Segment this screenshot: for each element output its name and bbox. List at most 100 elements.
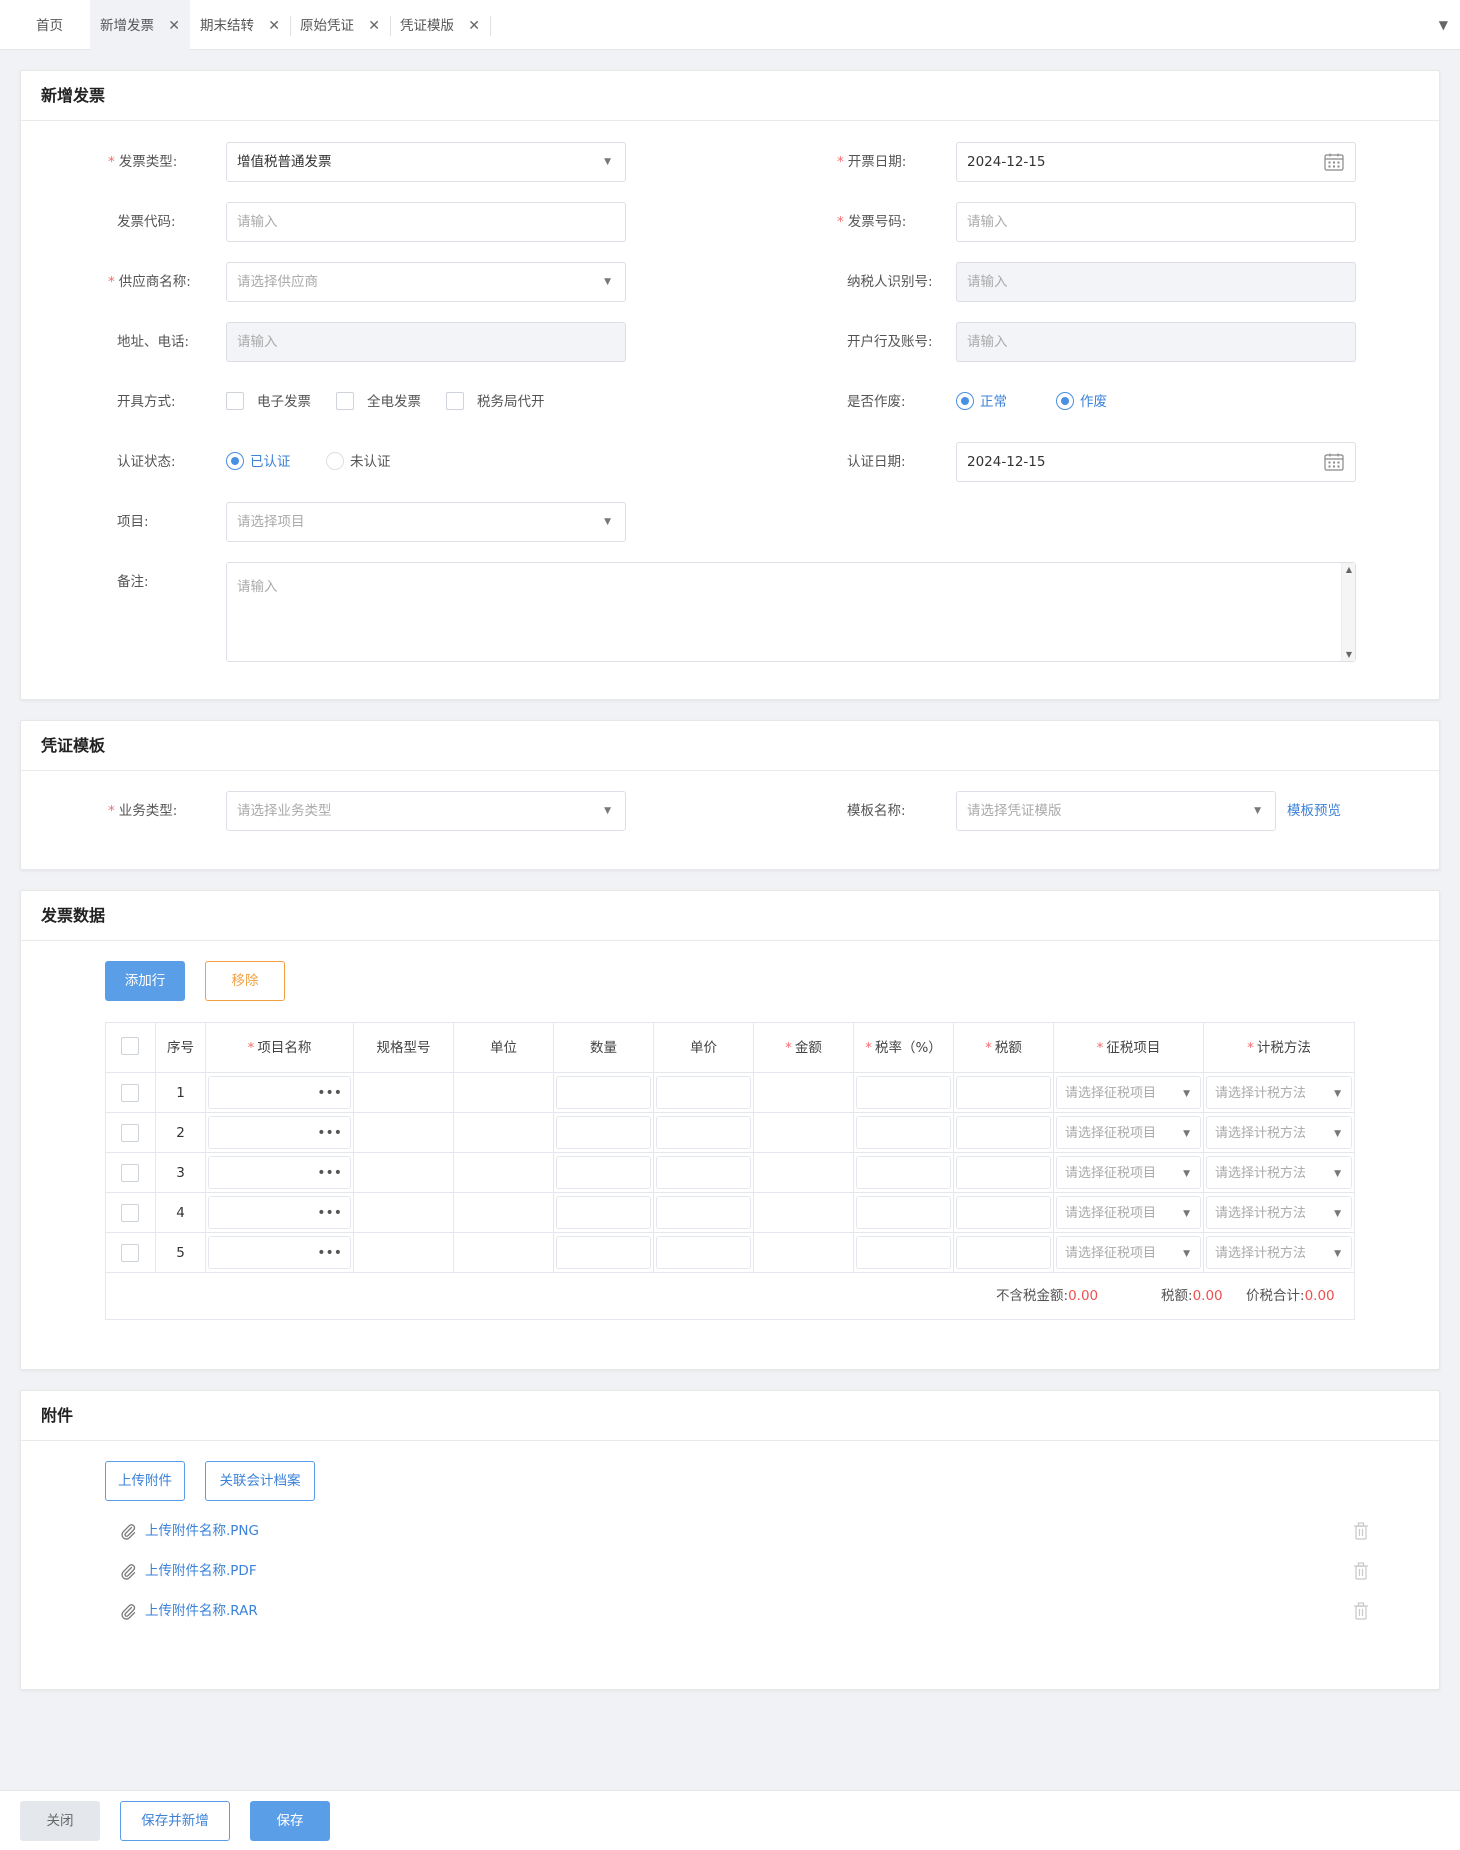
cell-input[interactable] bbox=[556, 1156, 651, 1189]
invoice-code-input[interactable]: 请输入 bbox=[226, 202, 626, 242]
invoice-type-select[interactable]: 增值税普通发票 ▼ bbox=[226, 142, 626, 182]
cell-input[interactable] bbox=[556, 1196, 651, 1229]
select-placeholder: 请选择征税项目 bbox=[1065, 1166, 1157, 1181]
cell-input[interactable] bbox=[856, 1116, 951, 1149]
issue-date-picker[interactable]: 2024-12-15 bbox=[956, 142, 1356, 182]
scrollbar[interactable]: ▲ ▼ bbox=[1341, 563, 1355, 661]
item-name-input[interactable]: ••• bbox=[208, 1196, 351, 1229]
tab-period-closing[interactable]: 期末结转 ✕ bbox=[190, 0, 290, 50]
checkbox-tax-bureau[interactable] bbox=[446, 392, 464, 410]
cell-input[interactable] bbox=[556, 1236, 651, 1269]
cell-input[interactable] bbox=[856, 1236, 951, 1269]
checkbox-e-invoice[interactable] bbox=[226, 392, 244, 410]
radio-voided[interactable] bbox=[1056, 392, 1074, 410]
tax-method-select[interactable]: 请选择计税方法 ▼ bbox=[1206, 1196, 1352, 1229]
tax-item-select[interactable]: 请选择征税项目 ▼ bbox=[1056, 1236, 1201, 1269]
row-checkbox[interactable] bbox=[121, 1164, 139, 1182]
business-type-select[interactable]: 请选择业务类型 ▼ bbox=[226, 791, 626, 831]
template-preview-link[interactable]: 模板预览 bbox=[1287, 791, 1341, 831]
tab-new-invoice[interactable]: 新增发票 ✕ bbox=[90, 0, 190, 50]
tab-home[interactable]: 首页 bbox=[24, 0, 90, 50]
tab-voucher-template[interactable]: 凭证模版 ✕ bbox=[390, 0, 490, 50]
row-index: 4 bbox=[156, 1193, 206, 1232]
select-all-cell bbox=[106, 1023, 156, 1072]
item-name-input[interactable]: ••• bbox=[208, 1236, 351, 1269]
invoice-number-input[interactable]: 请输入 bbox=[956, 202, 1356, 242]
cell-input[interactable] bbox=[956, 1076, 1051, 1109]
cell-input[interactable] bbox=[656, 1236, 751, 1269]
close-icon[interactable]: ✕ bbox=[368, 0, 380, 52]
radio-certified[interactable] bbox=[226, 452, 244, 470]
tax-method-select[interactable]: 请选择计税方法 ▼ bbox=[1206, 1076, 1352, 1109]
remark-textarea[interactable]: 请输入 ▲ ▼ bbox=[226, 562, 1356, 662]
trash-icon[interactable] bbox=[1353, 1522, 1369, 1540]
attachment-name[interactable]: 上传附件名称.RAR bbox=[145, 1597, 258, 1625]
cell-input[interactable] bbox=[856, 1076, 951, 1109]
supplier-select[interactable]: 请选择供应商 ▼ bbox=[226, 262, 626, 302]
remove-button[interactable]: 移除 bbox=[205, 961, 285, 1001]
tab-bar: 首页 新增发票 ✕ 期末结转 ✕ 原始凭证 ✕ 凭证模版 ✕ ▼ bbox=[0, 0, 1460, 50]
scroll-up-icon[interactable]: ▲ bbox=[1342, 565, 1356, 574]
cell-input[interactable] bbox=[856, 1156, 951, 1189]
link-archive-button[interactable]: 关联会计档案 bbox=[205, 1461, 315, 1501]
save-button[interactable]: 保存 bbox=[250, 1801, 330, 1841]
template-name-select[interactable]: 请选择凭证模版 ▼ bbox=[956, 791, 1276, 831]
attachment-name[interactable]: 上传附件名称.PNG bbox=[145, 1517, 259, 1545]
table-cell bbox=[354, 1193, 454, 1232]
row-checkbox[interactable] bbox=[121, 1204, 139, 1222]
tax-method-select[interactable]: 请选择计税方法 ▼ bbox=[1206, 1116, 1352, 1149]
item-name-input[interactable]: ••• bbox=[208, 1076, 351, 1109]
cell-input[interactable] bbox=[556, 1076, 651, 1109]
tax-item-select[interactable]: 请选择征税项目 ▼ bbox=[1056, 1116, 1201, 1149]
upload-attachment-button[interactable]: 上传附件 bbox=[105, 1461, 185, 1501]
more-icon[interactable]: ••• bbox=[317, 1197, 342, 1229]
row-checkbox[interactable] bbox=[121, 1124, 139, 1142]
attachment-name[interactable]: 上传附件名称.PDF bbox=[145, 1557, 257, 1585]
calendar-icon[interactable] bbox=[1324, 153, 1344, 171]
row-checkbox[interactable] bbox=[121, 1084, 139, 1102]
cell-input[interactable] bbox=[856, 1196, 951, 1229]
tax-item-select[interactable]: 请选择征税项目 ▼ bbox=[1056, 1076, 1201, 1109]
attachment-item: 上传附件名称.PDF bbox=[119, 1557, 1369, 1585]
calendar-icon[interactable] bbox=[1324, 453, 1344, 471]
more-icon[interactable]: ••• bbox=[317, 1117, 342, 1149]
tax-method-select[interactable]: 请选择计税方法 ▼ bbox=[1206, 1236, 1352, 1269]
cell-input[interactable] bbox=[656, 1076, 751, 1109]
radio-uncertified[interactable] bbox=[326, 452, 344, 470]
trash-icon[interactable] bbox=[1353, 1602, 1369, 1620]
close-icon[interactable]: ✕ bbox=[468, 0, 480, 52]
more-icon[interactable]: ••• bbox=[317, 1157, 342, 1189]
scroll-down-icon[interactable]: ▼ bbox=[1342, 650, 1356, 659]
add-row-button[interactable]: 添加行 bbox=[105, 961, 185, 1001]
taxpayer-id-input: 请输入 bbox=[956, 262, 1356, 302]
project-select[interactable]: 请选择项目 ▼ bbox=[226, 502, 626, 542]
cell-input[interactable] bbox=[656, 1116, 751, 1149]
cell-input[interactable] bbox=[956, 1116, 1051, 1149]
tab-original-voucher[interactable]: 原始凭证 ✕ bbox=[290, 0, 390, 50]
tax-item-select[interactable]: 请选择征税项目 ▼ bbox=[1056, 1196, 1201, 1229]
tax-item-select[interactable]: 请选择征税项目 ▼ bbox=[1056, 1156, 1201, 1189]
cell-input[interactable] bbox=[956, 1156, 1051, 1189]
cert-date-picker[interactable]: 2024-12-15 bbox=[956, 442, 1356, 482]
save-and-new-button[interactable]: 保存并新增 bbox=[120, 1801, 230, 1841]
select-all-checkbox[interactable] bbox=[121, 1037, 139, 1055]
cell-input[interactable] bbox=[956, 1196, 1051, 1229]
more-icon[interactable]: ••• bbox=[317, 1237, 342, 1269]
item-name-input[interactable]: ••• bbox=[208, 1116, 351, 1149]
cell-input[interactable] bbox=[956, 1236, 1051, 1269]
close-icon[interactable]: ✕ bbox=[268, 0, 280, 52]
attachments-card: 附件 上传附件 关联会计档案 上传附件名称.PNG 上传附件名称.PDF 上传附件名… bbox=[20, 1390, 1440, 1690]
more-icon[interactable]: ••• bbox=[317, 1077, 342, 1109]
row-checkbox[interactable] bbox=[121, 1244, 139, 1262]
item-name-input[interactable]: ••• bbox=[208, 1156, 351, 1189]
cell-input[interactable] bbox=[656, 1196, 751, 1229]
close-icon[interactable]: ✕ bbox=[168, 0, 180, 52]
radio-normal[interactable] bbox=[956, 392, 974, 410]
cell-input[interactable] bbox=[556, 1116, 651, 1149]
trash-icon[interactable] bbox=[1353, 1562, 1369, 1580]
tax-method-select[interactable]: 请选择计税方法 ▼ bbox=[1206, 1156, 1352, 1189]
tab-menu-icon[interactable]: ▼ bbox=[1439, 0, 1448, 50]
checkbox-full-e-invoice[interactable] bbox=[336, 392, 354, 410]
cell-input[interactable] bbox=[656, 1156, 751, 1189]
close-button[interactable]: 关闭 bbox=[20, 1801, 100, 1841]
